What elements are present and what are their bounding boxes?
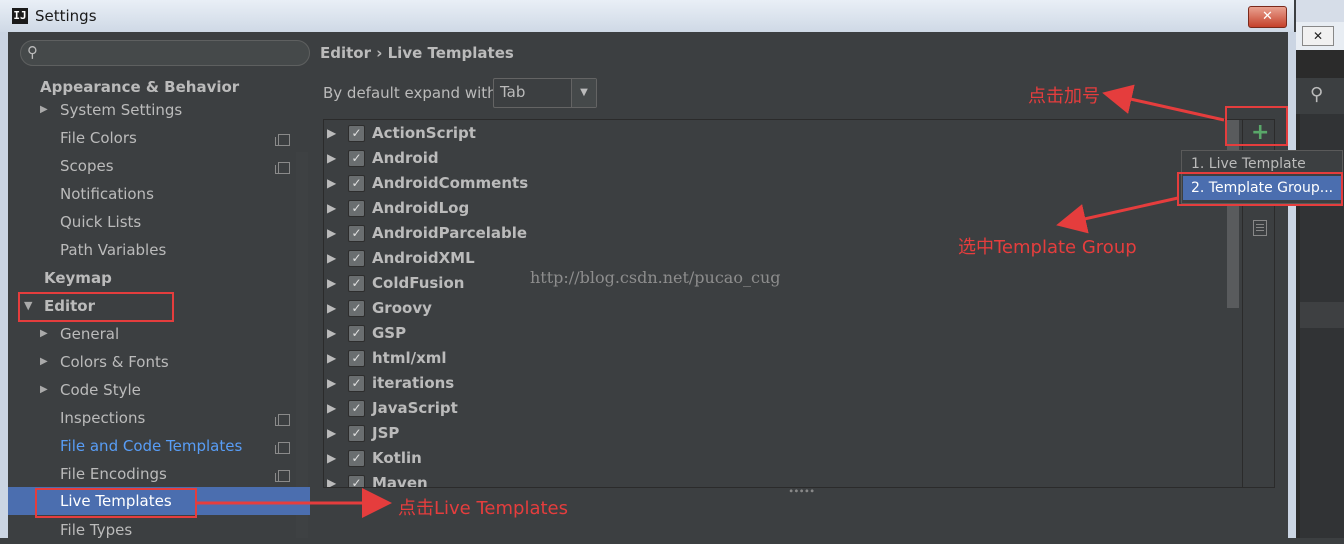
arrow-to-group-label: [1056, 196, 1179, 234]
annotation-arrows: [197, 84, 1225, 518]
arrow-to-plus-label: [1102, 84, 1225, 122]
